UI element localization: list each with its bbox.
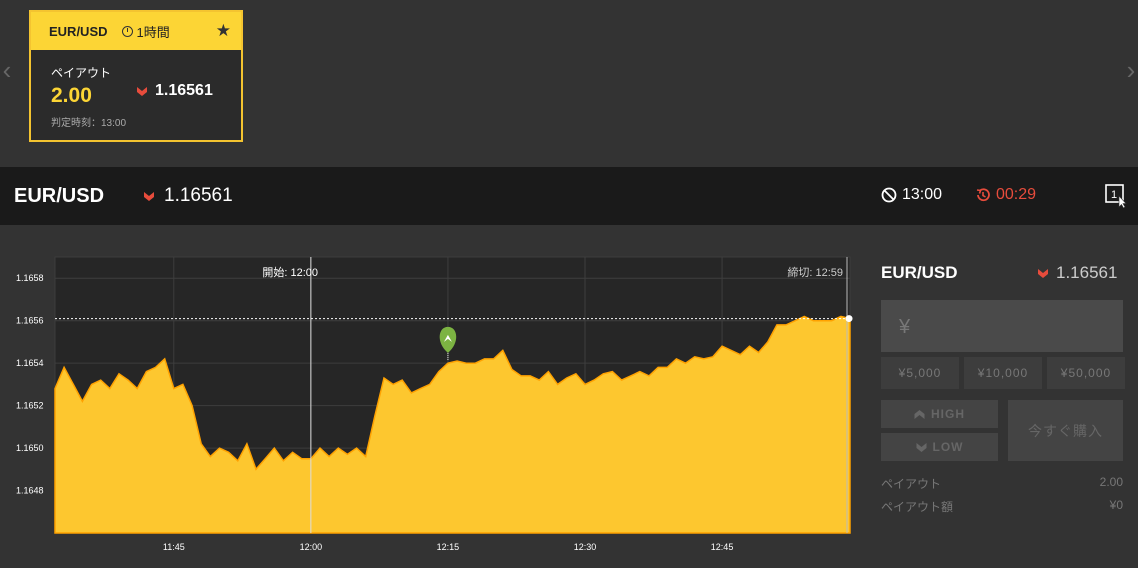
rate-down-icon [144,191,155,201]
low-button[interactable]: LOW [881,433,998,461]
header-rate-value: 1.16561 [164,185,233,206]
carousel-next-icon[interactable]: › [1124,55,1138,85]
svg-text:1: 1 [1111,189,1117,201]
header-rate: 1.16561 [144,185,233,207]
low-label: LOW [932,440,964,454]
price-chart[interactable]: 開始: 12:00 締切: 12:59 1.1658 1.1656 1.1654 1.… [0,225,870,563]
x-tick-label: 12:15 [437,542,460,552]
buy-now-button[interactable]: 今すぐ購入 [1008,400,1123,461]
y-tick-label: 1.1648 [16,486,44,496]
y-tick-label: 1.1650 [16,443,44,453]
x-tick-label: 12:30 [574,542,597,552]
countdown-value: 00:29 [996,186,1037,203]
payout-row: ペイアウト 2.00 [881,475,1123,492]
chart-area[interactable]: 開始: 12:00 締切: 12:59 1.1658 1.1656 1.1654 1.… [0,225,870,563]
card-period-label: 1時間 [136,24,170,40]
panel-pair: EUR/USD [881,263,958,282]
payout-amount-value: ¥0 [1109,498,1123,512]
header-pair: EUR/USD [14,184,105,207]
panel-rate-value: 1.16561 [1056,263,1118,282]
high-button[interactable]: HIGH [881,400,998,428]
asset-carousel: ‹ › EUR/USD 1時間 ★ ペイアウト 2.00 判定時刻：13:00 … [0,0,1138,167]
payout-amount-row: ペイアウト額 ¥0 [881,498,1123,515]
card-judge-time: 判定時刻：13:00 [51,118,127,129]
payout-value: 2.00 [1099,475,1123,489]
panel-rate: 1.16561 [1038,263,1117,283]
card-payout-label: ペイアウト [51,66,112,80]
amount-presets: ¥5,000 ¥10,000 ¥50,000 [881,357,1125,389]
trade-panel: EUR/USD 1.16561 ¥ ¥5,000 ¥10,000 ¥50,000… [870,225,1138,563]
high-arrow-icon [914,409,925,419]
expiry-time: 13:00 [881,186,942,204]
asset-card-header: EUR/USD 1時間 ★ [31,12,241,50]
current-rate-dot [845,315,853,323]
rate-down-icon [1038,268,1048,278]
one-click-mode-icon[interactable]: 1 [1105,184,1127,208]
preset-5000-button[interactable]: ¥5,000 [881,357,959,389]
timer-icon [976,188,990,202]
clock-icon [121,25,133,37]
x-tick-label: 12:45 [711,542,734,552]
start-label: 開始: 12:00 [262,265,318,279]
expiry-time-value: 13:00 [902,186,943,203]
payout-amount-label: ペイアウト額 [881,500,954,514]
high-label: HIGH [931,407,965,421]
y-tick-label: 1.1652 [16,401,44,411]
rate-down-icon [137,86,147,96]
card-rate: 1.16561 [137,82,213,100]
favorite-star-icon[interactable]: ★ [216,21,231,41]
carousel-prev-icon[interactable]: ‹ [0,55,14,85]
card-pair: EUR/USD [49,23,108,39]
y-tick-label: 1.1656 [16,316,44,326]
x-tick-label: 12:00 [300,542,323,552]
card-rate-value: 1.16561 [155,82,213,99]
y-tick-label: 1.1654 [16,358,44,368]
asset-header: EUR/USD 1.16561 13:00 00:29 1 [0,167,1138,225]
x-tick-label: 11:45 [163,542,185,552]
asset-card-body: ペイアウト 2.00 判定時刻：13:00 1.16561 [31,50,241,129]
preset-50000-button[interactable]: ¥50,000 [1047,357,1125,389]
asset-card[interactable]: EUR/USD 1時間 ★ ペイアウト 2.00 判定時刻：13:00 1.16… [29,10,243,142]
payout-label: ペイアウト [881,477,942,491]
preset-10000-button[interactable]: ¥10,000 [964,357,1042,389]
low-arrow-icon [916,442,926,452]
card-period: 1時間 [121,22,170,41]
no-entry-icon [881,187,897,203]
y-tick-label: 1.1658 [16,273,44,283]
countdown-timer: 00:29 [975,186,1036,204]
amount-input[interactable]: ¥ [881,300,1123,352]
end-label: 締切: 12:59 [787,265,843,279]
